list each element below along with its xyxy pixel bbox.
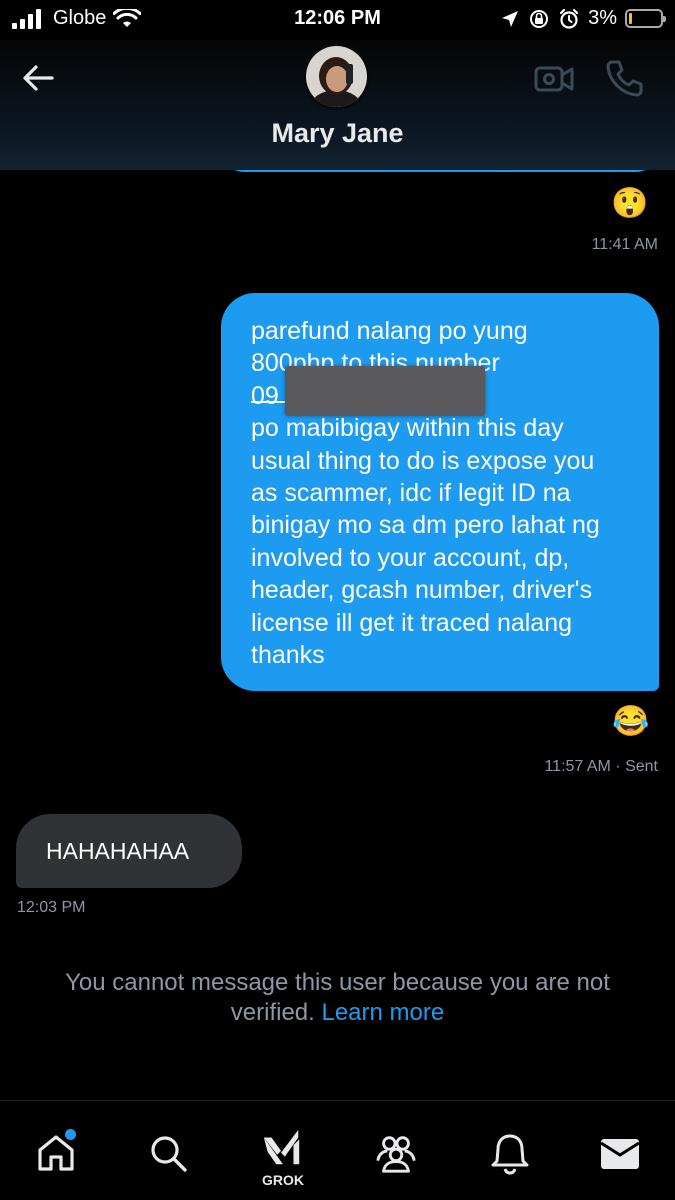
battery-icon: [625, 9, 666, 28]
learn-more-link[interactable]: Learn more: [321, 999, 444, 1026]
notification-dot: [65, 1129, 76, 1140]
avatar[interactable]: [303, 43, 370, 110]
message-text: HAHAHAHAA: [46, 838, 190, 864]
notifications-icon[interactable]: [488, 1131, 532, 1181]
bottom-nav: [0, 1100, 675, 1200]
phone-call-icon[interactable]: [603, 56, 647, 100]
alarm-icon: [559, 8, 579, 29]
messages-icon[interactable]: [598, 1131, 642, 1181]
conversation-header: Mary Jane: [0, 40, 675, 170]
redaction-box: [285, 366, 485, 416]
message-timestamp: 12:03 PM: [17, 899, 86, 916]
search-icon[interactable]: [146, 1131, 190, 1181]
location-icon: [502, 10, 519, 27]
grok-icon[interactable]: [260, 1125, 304, 1175]
message-timestamp-sent: 11:57 AM · Sent: [544, 758, 658, 775]
orientation-lock-icon: [530, 9, 549, 28]
contact-name[interactable]: Mary Jane: [0, 118, 675, 149]
grok-label: GROK: [262, 1172, 304, 1188]
cannot-message-notice: You cannot message this user because you…: [20, 968, 655, 1028]
outgoing-message-bubble[interactable]: parefund nalang po yung 800php to this n…: [221, 293, 659, 691]
communities-icon[interactable]: [374, 1131, 418, 1181]
status-bar: Globe 12:06 PM 3%: [0, 0, 675, 40]
video-call-icon[interactable]: [532, 56, 576, 100]
reaction-emoji[interactable]: 😂: [612, 704, 649, 740]
incoming-message-bubble[interactable]: HAHAHAHAA: [16, 814, 242, 888]
battery-percent: 3%: [588, 7, 617, 29]
underline-link: [251, 401, 286, 403]
message-timestamp: 11:41 AM: [591, 236, 658, 253]
reaction-emoji[interactable]: 😲: [611, 186, 648, 222]
back-arrow-icon[interactable]: [18, 58, 58, 98]
